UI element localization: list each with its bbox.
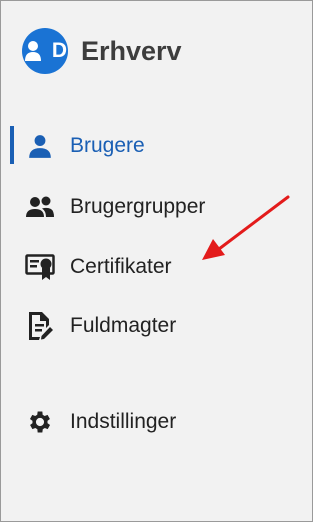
sidebar-item-indstillinger[interactable]: Indstillinger bbox=[1, 402, 301, 442]
brand-logo-letter: D bbox=[51, 39, 67, 62]
sidebar-item-label: Certifikater bbox=[70, 255, 172, 278]
sidebar-item-brugere[interactable]: Brugere bbox=[1, 126, 301, 166]
sidebar-item-label: Brugergrupper bbox=[70, 195, 206, 218]
sidebar-item-fuldmagter[interactable]: Fuldmagter bbox=[1, 306, 301, 346]
brand-name: Erhverv bbox=[81, 35, 182, 66]
brand-logo-icon: D bbox=[22, 28, 68, 74]
sidebar-item-brugergrupper[interactable]: Brugergrupper bbox=[1, 187, 301, 227]
sidebar-item-certifikater[interactable]: Certifikater bbox=[1, 247, 301, 287]
users-group-icon bbox=[24, 191, 56, 223]
sidebar-item-label: Indstillinger bbox=[70, 410, 177, 433]
document-sign-icon bbox=[24, 310, 56, 342]
sidebar-panel: D Erhverv Brugere Brugergrupper Certifik… bbox=[0, 0, 313, 522]
brand-header[interactable]: D Erhverv bbox=[22, 28, 182, 74]
sidebar-item-label: Fuldmagter bbox=[70, 314, 177, 337]
certificate-icon bbox=[24, 251, 56, 283]
gear-icon bbox=[24, 406, 56, 438]
user-icon bbox=[24, 130, 56, 162]
sidebar-item-label: Brugere bbox=[70, 134, 145, 157]
